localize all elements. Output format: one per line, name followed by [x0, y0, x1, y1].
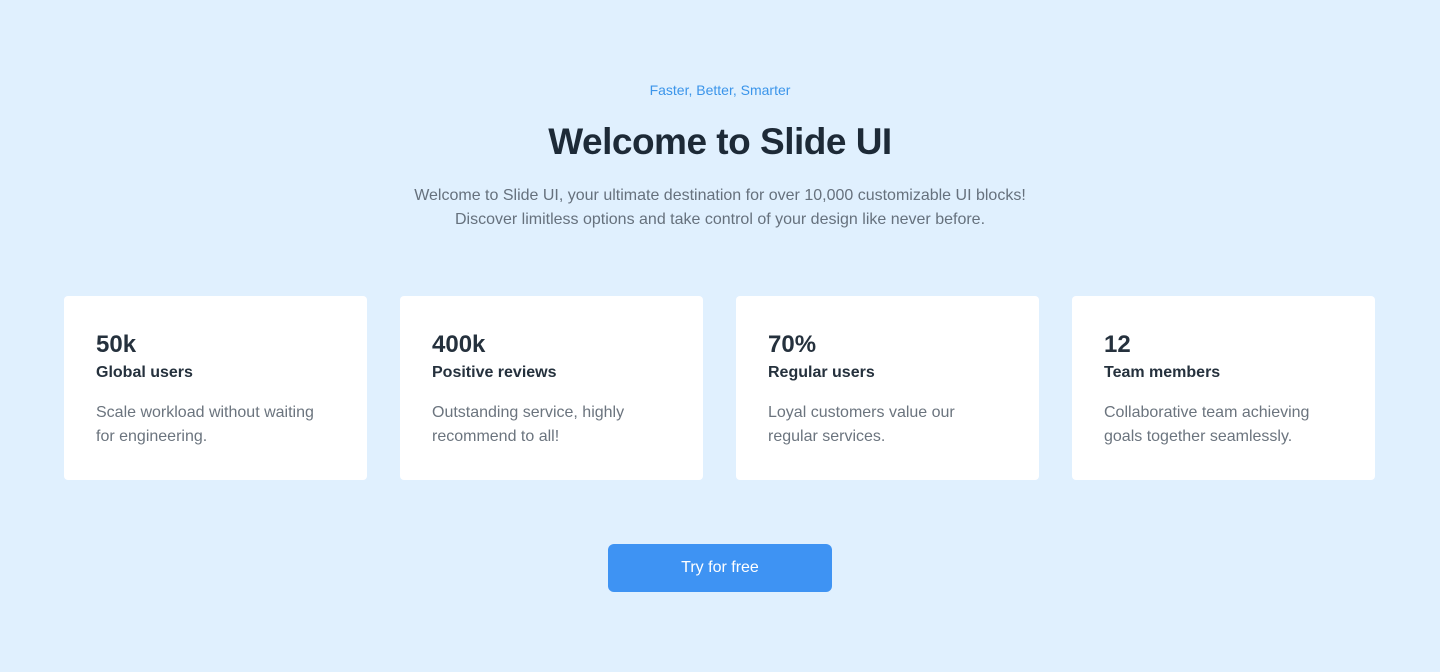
stat-value: 50k: [96, 331, 137, 358]
page-title: Welcome to Slide UI: [548, 121, 892, 162]
hero-section: Faster, Better, Smarter Welcome to Slide…: [0, 0, 1440, 672]
stat-card-team-members: 12 Team members Collaborative team achie…: [1072, 296, 1375, 480]
stat-label: Global users: [96, 364, 193, 381]
try-for-free-button[interactable]: Try for free: [608, 544, 832, 592]
stat-value: 12: [1104, 331, 1131, 358]
stat-description: Collaborative team achieving goals toget…: [1104, 404, 1310, 445]
stat-value: 70%: [768, 331, 817, 358]
hero-eyebrow: Faster, Better, Smarter: [649, 82, 791, 98]
stat-card-positive-reviews: 400k Positive reviews Outstanding servic…: [400, 296, 703, 480]
stats-grid: 50k Global users Scale workload without …: [64, 296, 1376, 480]
stat-card-regular-users: 70% Regular users Loyal customers value …: [736, 296, 1039, 480]
stat-description: Loyal customers value our regular servic…: [768, 404, 955, 445]
stat-card-global-users: 50k Global users Scale workload without …: [64, 296, 367, 480]
stat-description: Outstanding service, highly recommend to…: [432, 404, 625, 445]
stat-label: Regular users: [768, 364, 875, 381]
stat-label: Team members: [1104, 364, 1221, 381]
stat-label: Positive reviews: [432, 364, 557, 381]
hero-description: Welcome to Slide UI, your ultimate desti…: [414, 187, 1026, 228]
stat-description: Scale workload without waiting for engin…: [96, 404, 314, 445]
stat-value: 400k: [432, 331, 486, 358]
